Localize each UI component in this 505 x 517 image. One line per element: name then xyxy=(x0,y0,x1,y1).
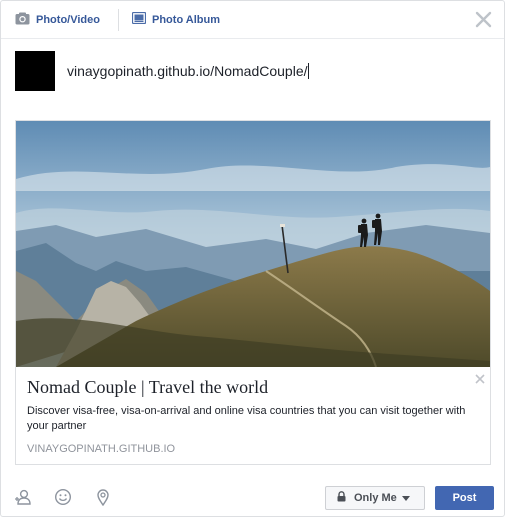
privacy-selector[interactable]: Only Me xyxy=(325,486,425,510)
link-preview-title: Nomad Couple | Travel the world xyxy=(27,377,269,397)
post-button[interactable]: Post xyxy=(435,486,494,510)
composer-tabs: Photo/Video Photo Album xyxy=(1,1,504,39)
tab-photo-album-label: Photo Album xyxy=(152,13,221,26)
location-icon xyxy=(97,489,109,507)
tag-people-button[interactable] xyxy=(14,488,32,506)
photo-album-icon xyxy=(131,11,147,27)
mountain-hikers-photo xyxy=(16,121,490,367)
remove-x-icon xyxy=(475,374,485,384)
location-button[interactable] xyxy=(94,488,112,507)
feeling-button[interactable] xyxy=(54,488,72,506)
text-caret xyxy=(307,63,309,79)
tag-people-icon xyxy=(15,489,31,505)
privacy-label: Only Me xyxy=(354,492,397,504)
tab-photo-video[interactable]: Photo/Video xyxy=(15,1,100,38)
status-input[interactable]: vinaygopinath.github.io/NomadCouple/ xyxy=(67,59,487,83)
link-preview-domain: VINAYGOPINATH.GITHUB.IO xyxy=(27,443,176,455)
composer-dialog: Photo/Video Photo Album vinaygopinath.gi… xyxy=(0,0,505,517)
close-button[interactable] xyxy=(472,8,494,30)
close-icon xyxy=(475,11,491,27)
tab-photo-album[interactable]: Photo Album xyxy=(131,1,221,38)
tab-divider xyxy=(118,9,119,31)
chevron-down-icon xyxy=(401,495,410,501)
camera-icon xyxy=(15,12,30,28)
lock-icon xyxy=(337,491,346,505)
link-preview-image xyxy=(16,121,490,367)
remove-preview-button[interactable] xyxy=(474,372,486,384)
feeling-icon xyxy=(54,488,72,506)
avatar xyxy=(15,51,55,91)
status-input-value: vinaygopinath.github.io/NomadCouple/ xyxy=(67,63,308,79)
tab-photo-video-label: Photo/Video xyxy=(36,13,100,26)
link-preview-description: Discover visa-free, visa-on-arrival and … xyxy=(27,405,466,432)
link-preview-card[interactable]: Nomad Couple | Travel the world Discover… xyxy=(15,120,491,465)
